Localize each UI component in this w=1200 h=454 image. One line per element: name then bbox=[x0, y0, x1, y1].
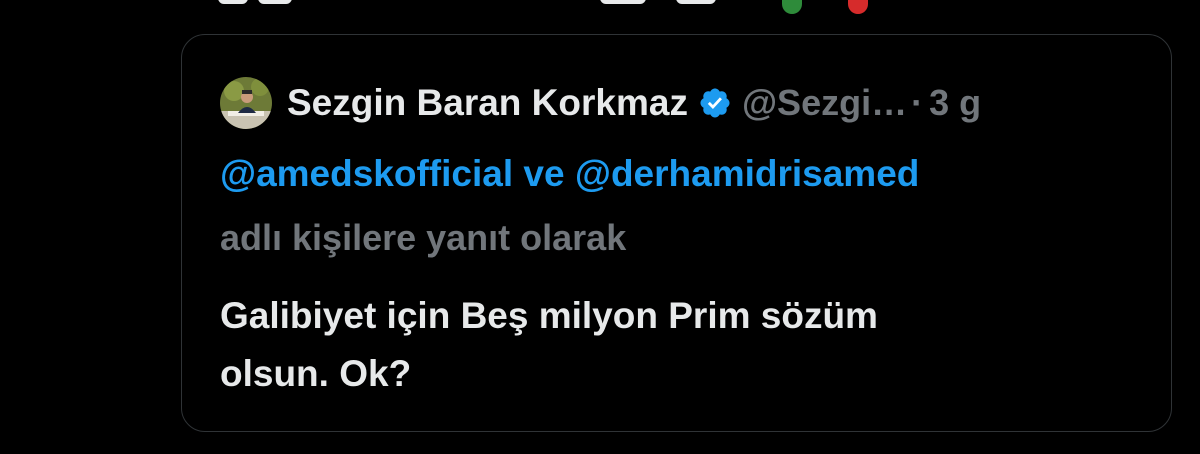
separator-dot: · bbox=[911, 82, 924, 123]
red-heart-emoji-icon bbox=[848, 0, 868, 14]
reply-mention-derhamidrisamed[interactable]: @derhamidrisamed bbox=[575, 153, 920, 194]
green-heart-emoji-icon bbox=[782, 0, 802, 14]
parent-tweet-fragment bbox=[0, 0, 1200, 14]
author-handle[interactable]: @Sezgi… bbox=[742, 82, 907, 124]
tweet-text: Galibiyet için Beş milyon Prim sözüm ols… bbox=[220, 287, 1100, 403]
quoted-tweet-header: Sezgin Baran Korkmaz @Sezgi… · 3 g bbox=[220, 77, 981, 129]
reply-conjunction: ve bbox=[513, 153, 575, 194]
replying-to-suffix: adlı kişilere yanıt olarak bbox=[220, 217, 627, 258]
quoted-tweet-card[interactable]: Sezgin Baran Korkmaz @Sezgi… · 3 g @amed… bbox=[181, 34, 1172, 432]
tweet-text-line-1: Galibiyet için Beş milyon Prim sözüm bbox=[220, 295, 878, 336]
tweet-text-line-2: olsun. Ok? bbox=[220, 353, 412, 394]
author-name[interactable]: Sezgin Baran Korkmaz bbox=[287, 82, 688, 124]
avatar[interactable] bbox=[220, 77, 272, 129]
avatar-image bbox=[220, 77, 272, 129]
replying-to-line: @amedskofficial ve @derhamidrisamed bbox=[220, 153, 919, 195]
verified-badge-icon[interactable] bbox=[698, 86, 732, 120]
reply-mention-amedskofficial[interactable]: @amedskofficial bbox=[220, 153, 513, 194]
tweet-timestamp[interactable]: 3 g bbox=[929, 82, 981, 124]
